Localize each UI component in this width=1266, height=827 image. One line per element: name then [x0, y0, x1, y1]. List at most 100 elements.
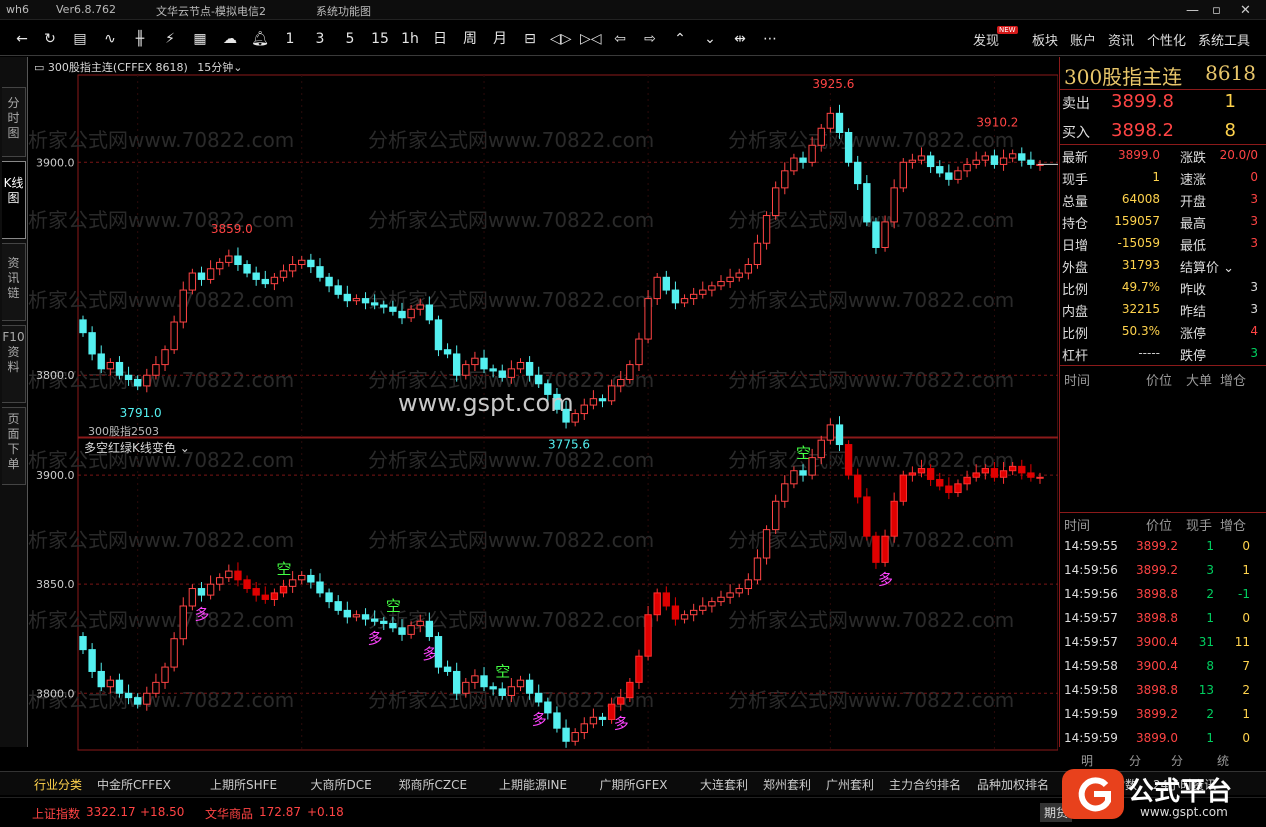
kline-icon[interactable]: ╫	[130, 29, 150, 49]
minimize-icon[interactable]: —	[1186, 3, 1199, 18]
calc-icon[interactable]: ▦	[190, 29, 210, 49]
system-menu[interactable]: 系统功能图	[316, 3, 371, 19]
app-version: Ver6.8.762	[56, 3, 116, 16]
sub-candle-body	[671, 605, 680, 620]
sub-candle-body	[188, 588, 197, 607]
sub-candle-body	[635, 655, 643, 683]
menu-account[interactable]: 账户	[1070, 30, 1096, 49]
indicator-name[interactable]: 多空红绿K线变色 ⌄	[84, 439, 190, 456]
tab-kline[interactable]: K线图	[2, 161, 26, 239]
period-1h[interactable]: 1h	[400, 29, 420, 49]
candle-body	[507, 368, 516, 378]
exchange-tab[interactable]: 郑州套利	[763, 776, 811, 793]
index1-value: 3322.17	[86, 805, 136, 819]
maximize-icon[interactable]: ▫	[1212, 3, 1221, 18]
sub-candle-body	[617, 697, 625, 705]
list-icon[interactable]: ▭	[34, 61, 44, 74]
candle-body	[170, 321, 178, 351]
candle-body	[999, 157, 1008, 165]
indicator-icon[interactable]: ⚡	[160, 29, 180, 49]
quote-name: 300股指主连	[1064, 65, 1183, 89]
sell-price: 3899.8	[1111, 91, 1174, 112]
period-15[interactable]: 15	[370, 29, 390, 49]
period-day[interactable]: 日	[430, 29, 450, 49]
crosshair-icon[interactable]: ⇹	[730, 29, 750, 49]
close-icon[interactable]: ✕	[1240, 3, 1251, 18]
sub-candle-body	[881, 535, 889, 563]
period-1[interactable]: 1	[280, 29, 300, 49]
candle-body	[389, 306, 397, 312]
index2-name[interactable]: 文华商品	[205, 805, 253, 822]
down-icon[interactable]: ⌄	[700, 29, 720, 49]
menu-sector[interactable]: 板块	[1032, 30, 1058, 49]
period-3[interactable]: 3	[310, 29, 330, 49]
bell-icon[interactable]: 🔔︎	[250, 29, 270, 49]
menu-news[interactable]: 资讯	[1108, 30, 1134, 49]
stat-value: 0	[1250, 170, 1258, 184]
period-week[interactable]: 周	[460, 29, 480, 49]
sub-candle-body	[699, 605, 707, 611]
candle-body	[88, 332, 96, 355]
line-chart-icon[interactable]: ∿	[100, 29, 120, 49]
up-icon[interactable]: ⌃	[670, 29, 690, 49]
candle-body	[826, 112, 835, 129]
tab-timeshare[interactable]: 分时图	[2, 87, 26, 157]
candle-body	[662, 276, 671, 291]
period-5[interactable]: 5	[340, 29, 360, 49]
stat-label: 结算价 ⌄	[1180, 261, 1235, 276]
axis-label: 3800.0	[36, 687, 75, 700]
more-icon[interactable]: ⋯	[760, 29, 780, 49]
sub-candle-body	[143, 692, 151, 705]
menu-personalize[interactable]: 个性化	[1147, 30, 1186, 49]
tab-news-chain[interactable]: 资讯链	[2, 243, 26, 321]
chart-area[interactable]: 分析家公式网www.70822.com 分析家公式网www.70822.com 分析…	[28, 57, 1058, 751]
exchange-tab[interactable]: 品种加权排名	[977, 776, 1049, 793]
candle-body	[152, 364, 160, 376]
sub-candle-body	[535, 692, 543, 703]
tab-f10[interactable]: F10资料	[2, 325, 26, 403]
candle-body	[854, 161, 862, 185]
custom-period-icon[interactable]: ⊟	[520, 29, 540, 49]
period-select[interactable]: 15分钟	[197, 61, 233, 74]
exchange-tab[interactable]: 主力合约排名	[889, 776, 961, 793]
trade-row: 14:59:55 3899.2 1 0	[1064, 539, 1250, 553]
index1-name[interactable]: 上证指数	[32, 805, 80, 822]
list-icon[interactable]: ▤	[70, 29, 90, 49]
refresh-icon[interactable]: ↻	[40, 29, 60, 49]
column-header: 增仓	[1220, 519, 1247, 534]
candle-body	[708, 285, 716, 291]
exchange-tab[interactable]: 郑商所CZCE	[399, 776, 468, 793]
zoom-in-icon[interactable]: ◁▷	[550, 29, 572, 49]
candle-body	[717, 281, 725, 287]
candle-body	[489, 368, 497, 372]
exchange-tab[interactable]: 广州套利	[826, 776, 874, 793]
sub-candle-body	[735, 588, 743, 594]
exchange-tab[interactable]: 大商所DCE	[311, 776, 372, 793]
exchange-tab[interactable]: 大连套利	[700, 776, 748, 793]
exchange-tab[interactable]: 上期所SHFE	[210, 776, 277, 793]
candle-body	[936, 166, 944, 174]
index2-change: +0.18	[307, 805, 344, 819]
left-arrow-icon[interactable]: ⇦	[610, 29, 630, 49]
cloud-icon[interactable]: ☁	[220, 29, 240, 49]
period-month[interactable]: 月	[490, 29, 510, 49]
zoom-out-icon[interactable]: ▷◁	[580, 29, 602, 49]
menu-discover[interactable]: 发现	[973, 30, 999, 49]
exchange-tab[interactable]: 上期能源INE	[499, 776, 567, 793]
exchange-tab[interactable]: 行业分类	[34, 776, 82, 793]
bg-watermark: 分析家公式网www.70822.com	[28, 608, 294, 632]
chevron-down-icon[interactable]: ⌄	[233, 61, 242, 74]
sub-candle-body	[298, 574, 306, 581]
candle-body	[370, 302, 379, 306]
exchange-tab[interactable]: 广期所GFEX	[600, 776, 668, 793]
sub-candle-body	[908, 472, 917, 476]
back-icon[interactable]: ←	[12, 29, 32, 49]
stat-value: -----	[1138, 346, 1160, 360]
right-arrow-icon[interactable]: ⇨	[640, 29, 660, 49]
candle-body	[1008, 153, 1017, 159]
sub-candle-body	[288, 579, 297, 587]
logo-url: www.gspt.com	[1140, 805, 1228, 819]
exchange-tab[interactable]: 中金所CFFEX	[97, 776, 171, 793]
menu-system-tools[interactable]: 系统工具	[1198, 30, 1250, 49]
tab-order[interactable]: 页面下单	[2, 407, 26, 485]
